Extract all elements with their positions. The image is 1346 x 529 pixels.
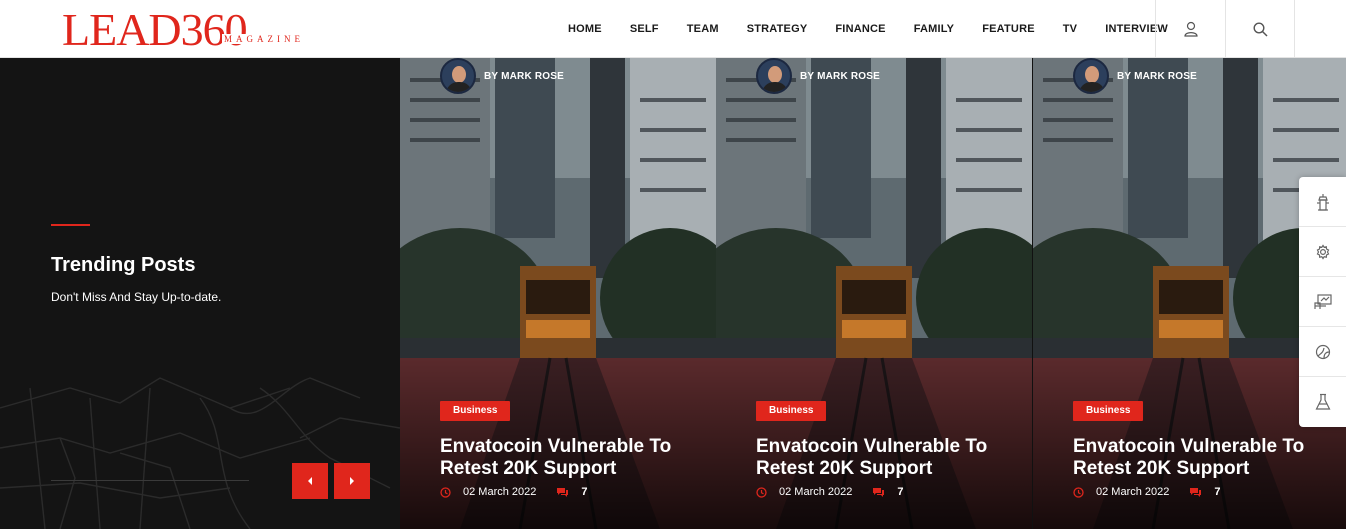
author-name: BY MARK ROSE [1117, 70, 1198, 82]
tool-palette[interactable] [1299, 327, 1346, 377]
post-author[interactable]: BY MARK ROSE [440, 58, 564, 94]
nav-item-family[interactable]: FAMILY [914, 23, 955, 35]
author-name: BY MARK ROSE [800, 70, 881, 82]
post-author[interactable]: BY MARK ROSE [1073, 58, 1197, 94]
tool-dashboard[interactable] [1299, 277, 1346, 327]
tool-lab[interactable] [1299, 377, 1346, 427]
chevron-right-icon [350, 477, 354, 485]
post-card[interactable]: BY MARK ROSE Business Envatocoin Vulnera… [400, 58, 716, 529]
divider [51, 480, 249, 481]
site-header: LEAD360 MAGAZINE HOME SELF TEAM STRATEGY… [0, 0, 1346, 58]
post-author[interactable]: BY MARK ROSE [756, 58, 880, 94]
section-subtitle: Don't Miss And Stay Up-to-date. [51, 290, 222, 304]
chevron-left-icon [308, 477, 312, 485]
post-meta: 02 March 2022 7 [1073, 486, 1221, 498]
avatar [756, 58, 792, 94]
category-badge[interactable]: Business [756, 401, 827, 421]
clock-icon [1073, 486, 1084, 498]
slider-prev-button[interactable] [292, 463, 328, 499]
slider-next-button[interactable] [334, 463, 370, 499]
comments-icon [873, 487, 885, 497]
fire-hydrant-icon [1316, 193, 1329, 211]
tool-fire-hydrant[interactable] [1299, 177, 1346, 227]
nav-item-home[interactable]: HOME [568, 23, 602, 35]
post-title[interactable]: Envatocoin Vulnerable To Retest 20K Supp… [1073, 436, 1335, 480]
nav-item-strategy[interactable]: STRATEGY [747, 23, 808, 35]
site-logo[interactable]: LEAD360 MAGAZINE [62, 6, 322, 54]
side-toolbar [1299, 177, 1346, 427]
logo-subtitle: MAGAZINE [222, 34, 306, 44]
post-meta: 02 March 2022 7 [440, 486, 588, 498]
trending-panel: Trending Posts Don't Miss And Stay Up-to… [0, 58, 400, 529]
post-date: 02 March 2022 [463, 486, 537, 498]
avatar [1073, 58, 1109, 94]
dashboard-icon [1313, 293, 1332, 309]
avatar [440, 58, 476, 94]
comment-count: 7 [1214, 486, 1221, 498]
user-account-button[interactable] [1155, 0, 1225, 58]
nav-item-tv[interactable]: TV [1063, 23, 1077, 35]
nav-item-feature[interactable]: FEATURE [982, 23, 1035, 35]
comments-icon [1190, 487, 1202, 497]
user-icon [1183, 21, 1198, 37]
post-date: 02 March 2022 [1096, 486, 1170, 498]
post-meta: 02 March 2022 7 [756, 486, 904, 498]
main-nav: HOME SELF TEAM STRATEGY FINANCE FAMILY F… [554, 0, 1182, 58]
nav-item-finance[interactable]: FINANCE [835, 23, 885, 35]
category-badge[interactable]: Business [440, 401, 511, 421]
comments-icon [557, 487, 569, 497]
flask-icon [1315, 393, 1330, 410]
nav-item-team[interactable]: TEAM [687, 23, 719, 35]
clock-icon [756, 486, 767, 498]
post-date: 02 March 2022 [779, 486, 853, 498]
comment-count: 7 [581, 486, 588, 498]
post-title[interactable]: Envatocoin Vulnerable To Retest 20K Supp… [440, 436, 702, 480]
tool-settings[interactable] [1299, 227, 1346, 277]
clock-icon [440, 486, 451, 498]
search-button[interactable] [1225, 0, 1295, 58]
nav-item-self[interactable]: SELF [630, 23, 659, 35]
search-icon [1252, 21, 1268, 37]
author-name: BY MARK ROSE [484, 70, 565, 82]
comment-count: 7 [897, 486, 904, 498]
accent-divider [51, 224, 90, 226]
palette-icon [1315, 344, 1330, 359]
gear-icon [1316, 243, 1329, 260]
logo-wordmark: LEAD360 [62, 4, 248, 55]
section-title: Trending Posts [51, 254, 196, 276]
post-card[interactable]: BY MARK ROSE Business Envatocoin Vulnera… [716, 58, 1032, 529]
category-badge[interactable]: Business [1073, 401, 1144, 421]
post-title[interactable]: Envatocoin Vulnerable To Retest 20K Supp… [756, 436, 1018, 480]
